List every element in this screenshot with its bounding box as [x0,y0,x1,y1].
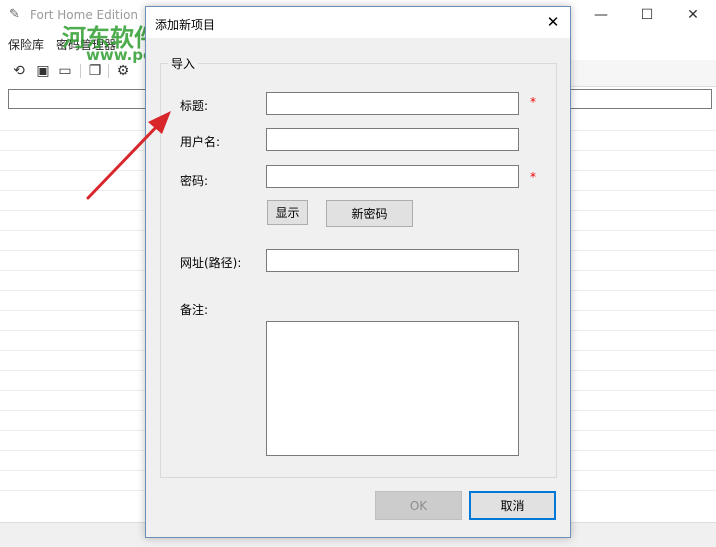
list-header [570,60,716,87]
ok-button[interactable]: OK [375,491,462,520]
minimize-button[interactable]: — [578,0,624,30]
notes-label: 备注: [180,303,209,317]
password-label: 密码: [180,174,209,188]
username-label: 用户名: [180,135,221,149]
groupbox-title: 导入 [168,55,199,72]
maximize-button[interactable]: ☐ [624,0,670,30]
dialog-close-button[interactable]: ✕ [536,7,570,38]
menu-vault[interactable]: 保险库 [8,36,44,53]
cancel-button[interactable]: 取消 [469,491,556,520]
copy-icon[interactable]: ❐ [86,62,104,80]
username-input[interactable] [266,128,519,151]
title-input[interactable] [266,92,519,115]
sync-icon[interactable]: ⟲ [10,62,28,80]
title-label: 标题: [180,99,209,113]
password-input[interactable] [266,165,519,188]
dialog-title: 添加新项目 [155,18,216,32]
notes-textarea[interactable] [266,321,519,456]
show-password-button[interactable]: 显示 [267,200,308,225]
url-label: 网址(路径): [180,256,242,270]
title-required-mark: * [530,95,536,109]
new-password-button[interactable]: 新密码 [326,200,413,227]
toolbar-separator [80,64,81,78]
dialog-titlebar: 添加新项目 ✕ [146,7,570,38]
add-icon[interactable]: ▣ [34,62,52,80]
password-required-mark: * [530,170,536,184]
toolbar-separator [108,64,109,78]
delete-icon[interactable]: ▭ [56,62,74,80]
app-icon: ✎ [9,7,20,22]
close-button[interactable]: ✕ [670,0,716,30]
url-input[interactable] [266,249,519,272]
add-item-dialog: 添加新项目 ✕ 导入 标题: * 用户名: 密码: * 显示 新密码 网址(路径… [145,6,571,538]
settings-icon[interactable]: ⚙ [114,62,132,80]
